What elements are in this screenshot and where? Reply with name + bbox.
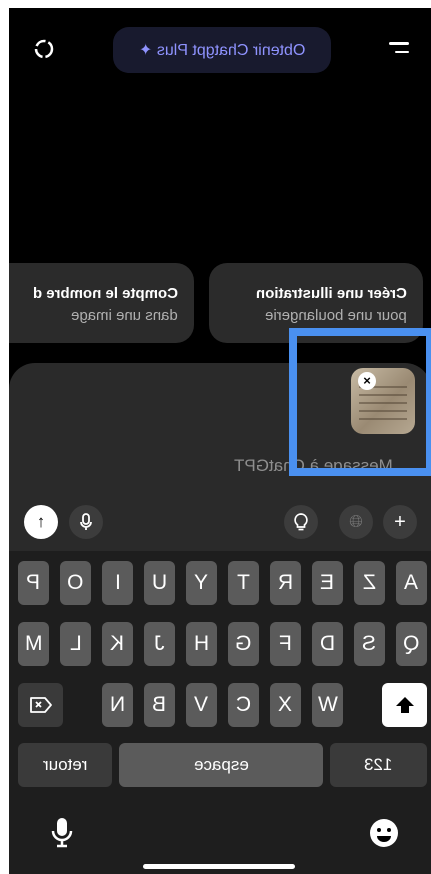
shift-icon (395, 697, 414, 713)
keyboard-microphone-icon[interactable] (51, 816, 73, 850)
key-o[interactable]: O (60, 561, 91, 605)
annotation-highlight-box (289, 328, 431, 476)
key-k[interactable]: K (102, 622, 133, 666)
key-label: G (235, 632, 252, 655)
emoji-icon[interactable] (367, 816, 401, 850)
key-label: P (26, 571, 41, 594)
suggestion-title: Compte le nombre d (32, 285, 178, 302)
key-f[interactable]: F (270, 622, 301, 666)
menu-icon[interactable] (389, 42, 409, 56)
key-label: U (151, 571, 168, 594)
key-label: H (193, 632, 210, 655)
key-label: retour (42, 755, 88, 774)
key-label: Z (363, 571, 376, 594)
arrow-up-icon: ↑ (36, 512, 46, 531)
dictate-button[interactable] (69, 505, 103, 539)
key-v[interactable]: V (186, 683, 217, 727)
key-label: C (235, 693, 252, 716)
suggestion-title: Créer une illustration (256, 285, 407, 302)
key-i[interactable]: I (102, 561, 133, 605)
key-label: L (69, 632, 82, 655)
key-j[interactable]: J (144, 622, 175, 666)
suggestion-subtitle: dans une image (71, 307, 178, 324)
key-t[interactable]: T (228, 561, 259, 605)
key-label: X (278, 693, 293, 716)
reason-button[interactable] (284, 505, 318, 539)
key-label: I (114, 571, 121, 594)
key-label: N (109, 693, 126, 716)
key-label: F (279, 632, 292, 655)
send-button[interactable]: ↑ (24, 505, 58, 539)
key-l[interactable]: L (60, 622, 91, 666)
key-r[interactable]: R (270, 561, 301, 605)
search-web-button[interactable]: 🌐︎ (339, 505, 373, 539)
suggestion-card-count[interactable]: Compte le nombre d dans une image (9, 263, 194, 343)
key-h[interactable]: H (186, 622, 217, 666)
key-label: E (320, 571, 335, 594)
key-g[interactable]: G (228, 622, 259, 666)
key-label: J (154, 632, 165, 655)
key-label: Y (194, 571, 209, 594)
get-plus-label: Obtenir Chatgpt Plus ✦ (138, 42, 306, 59)
key-label: K (110, 632, 125, 655)
suggestion-subtitle: pour une boulangerie (265, 307, 407, 324)
get-plus-button[interactable]: Obtenir Chatgpt Plus ✦ (113, 27, 331, 73)
key-label: 123 (364, 755, 393, 774)
delete-key[interactable] (18, 683, 63, 727)
key-p[interactable]: P (18, 561, 49, 605)
key-x[interactable]: X (270, 683, 301, 727)
key-a[interactable]: A (396, 561, 427, 605)
key-label: R (277, 571, 294, 594)
key-n[interactable]: N (102, 683, 133, 727)
key-d[interactable]: D (312, 622, 343, 666)
new-chat-icon[interactable] (33, 38, 55, 60)
key-label: espace (193, 755, 249, 774)
backspace-icon (29, 697, 52, 713)
key-label: A (404, 571, 419, 594)
key-label: S (362, 632, 377, 655)
home-indicator (143, 864, 295, 869)
key-label: D (319, 632, 336, 655)
space-key[interactable]: espace (119, 743, 323, 787)
key-c[interactable]: C (228, 683, 259, 727)
key-u[interactable]: U (144, 561, 175, 605)
numbers-key[interactable]: 123 (330, 743, 427, 787)
shift-key[interactable] (382, 683, 427, 727)
key-q[interactable]: Q (396, 622, 427, 666)
key-label: O (67, 571, 84, 594)
key-label: B (152, 693, 167, 716)
key-y[interactable]: Y (186, 561, 217, 605)
key-b[interactable]: B (144, 683, 175, 727)
lightbulb-icon (294, 513, 308, 531)
add-attachment-button[interactable]: + (383, 505, 417, 539)
key-label: W (317, 693, 338, 716)
key-label: Q (403, 632, 420, 655)
key-s[interactable]: S (354, 622, 385, 666)
microphone-icon (80, 513, 92, 530)
key-e[interactable]: E (312, 561, 343, 605)
key-label: V (194, 693, 209, 716)
key-label: M (24, 632, 43, 655)
plus-icon: + (394, 510, 406, 533)
key-m[interactable]: M (18, 622, 49, 666)
return-key[interactable]: retour (18, 743, 112, 787)
key-w[interactable]: W (312, 683, 343, 727)
key-z[interactable]: Z (354, 561, 385, 605)
globe-icon: 🌐︎ (349, 512, 363, 531)
key-label: T (237, 571, 250, 594)
